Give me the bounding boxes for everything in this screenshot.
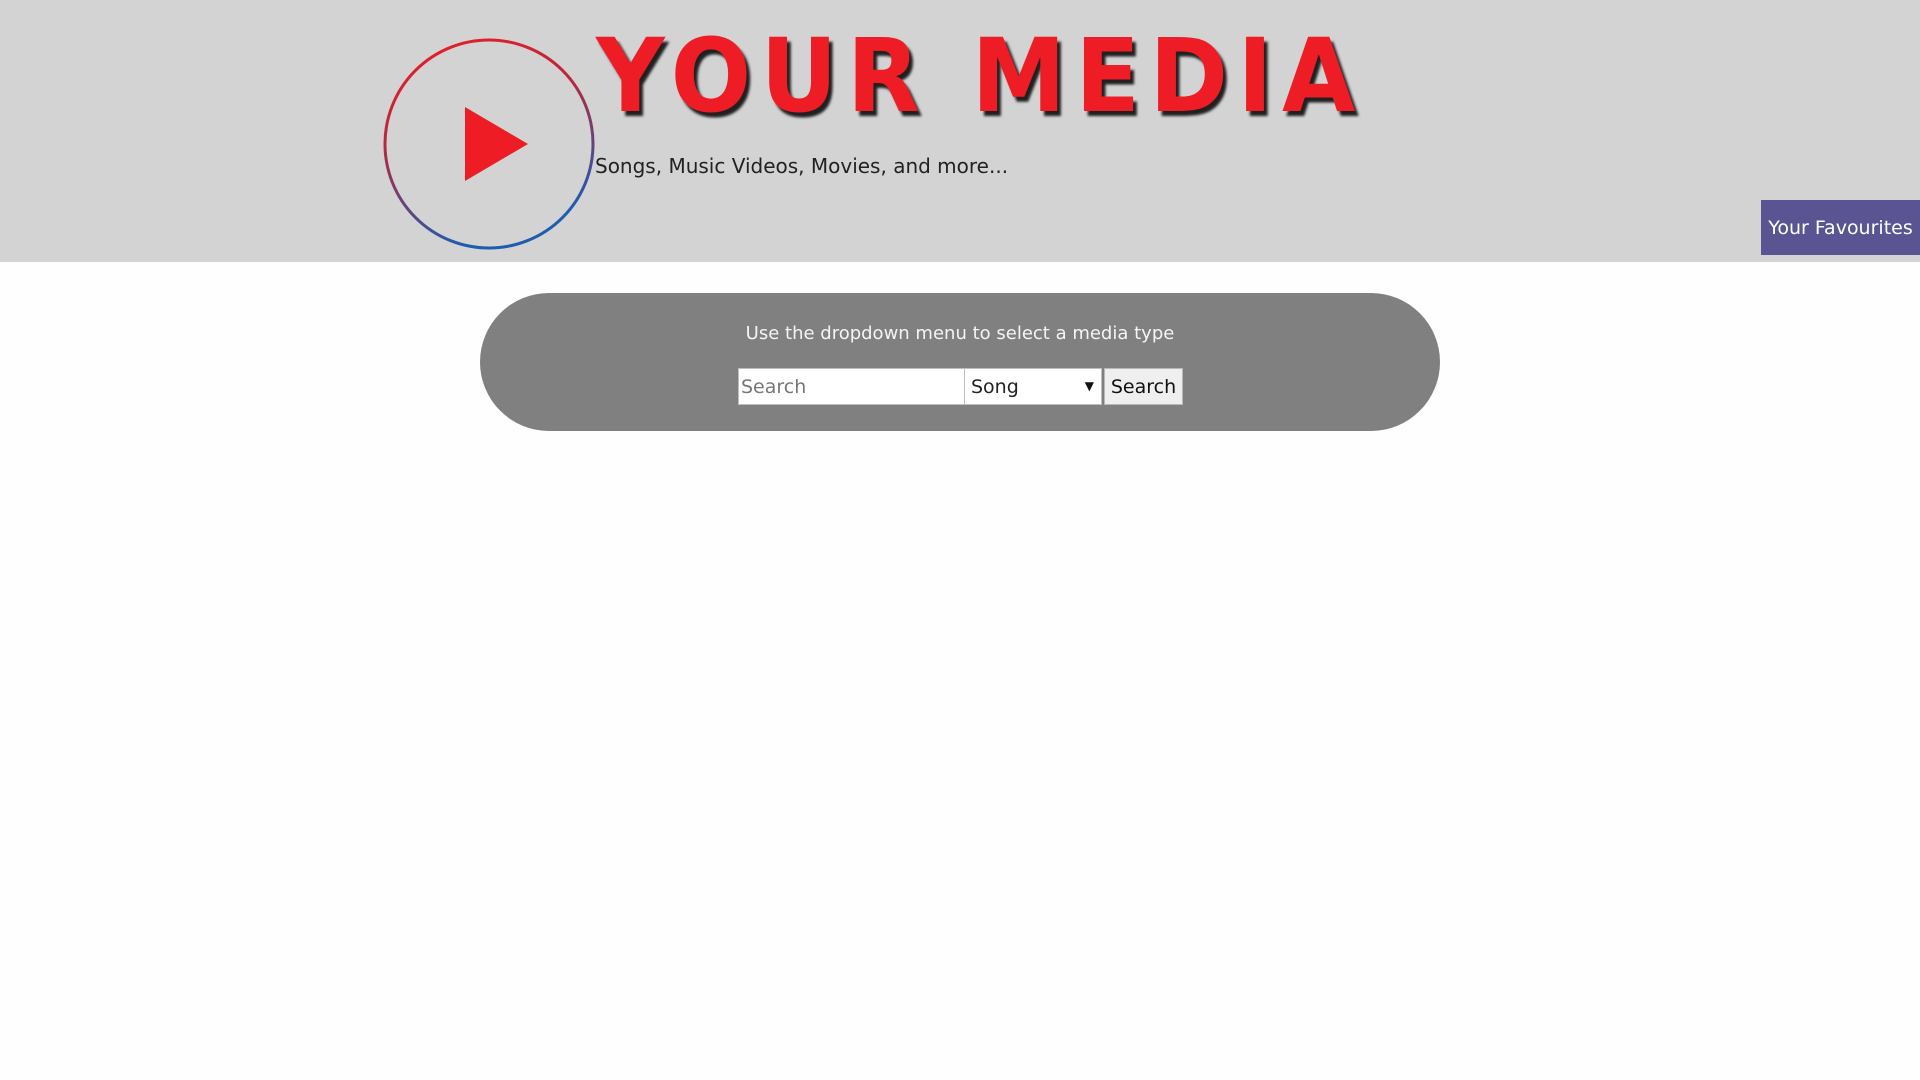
site-header: YOUR MEDIA Songs, Music Videos, Movies, …	[0, 0, 1920, 262]
dropdown-arrow-icon: ▼	[1084, 379, 1094, 393]
search-instruction: Use the dropdown menu to select a media …	[745, 323, 1175, 344]
search-form: Song ▼ Search	[738, 368, 1183, 405]
media-type-selected-value: Song	[971, 376, 1019, 398]
site-tagline: Songs, Music Videos, Movies, and more...	[595, 154, 1009, 178]
logo	[383, 37, 595, 251]
site-title: YOUR MEDIA	[596, 17, 1365, 136]
play-icon	[383, 38, 595, 250]
media-type-select[interactable]: Song ▼	[965, 368, 1102, 405]
search-panel: Use the dropdown menu to select a media …	[480, 293, 1440, 431]
search-button[interactable]: Search	[1104, 368, 1183, 405]
search-input[interactable]	[738, 368, 965, 405]
your-favourites-button[interactable]: Your Favourites	[1761, 200, 1920, 255]
